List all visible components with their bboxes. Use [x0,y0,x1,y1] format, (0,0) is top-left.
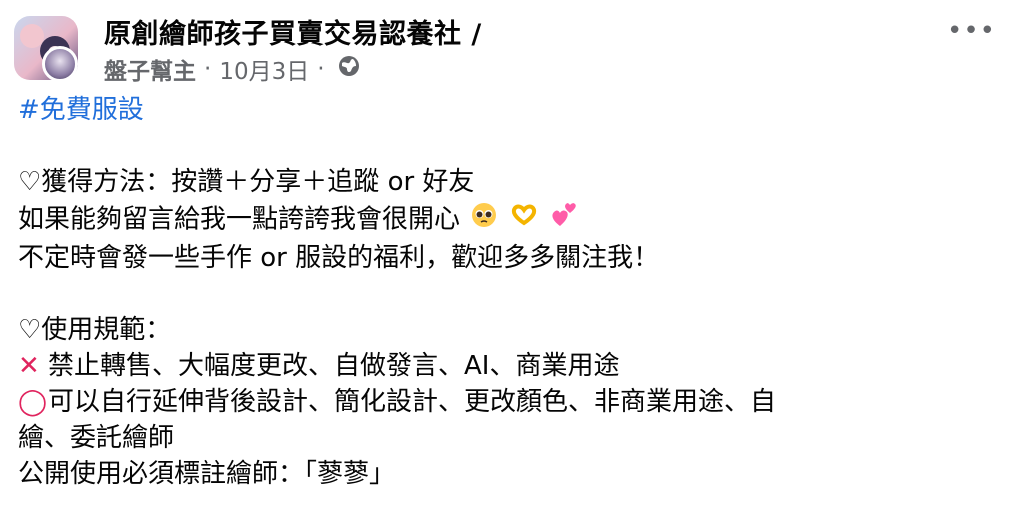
post-line-text: 禁止轉售、大幅度更改、自做發言、AI、商業用途 [48,351,620,381]
hashtag-link[interactable]: #免費服設 [18,92,1008,128]
heart-hands-emoji [509,201,539,239]
post-line: ♡使用規範： [18,315,172,345]
meta-separator: · [317,56,325,82]
globe-icon [337,54,361,84]
cross-mark-icon: ✕ [18,351,40,381]
post-content: #免費服設 ♡獲得方法：按讚＋分享＋追蹤 or 好友 如果能夠留言給我一點誇誇我… [18,92,1008,492]
circle-mark-icon: ◯ [18,387,48,417]
meta-separator: · [204,56,212,82]
post-line-with-emoji: 如果能夠留言給我一點誇誇我會很開心 [18,200,1008,240]
group-name-link[interactable]: 原創繪師孩子買賣交易認養社 / [104,12,482,51]
post-line: 公開使用必須標註繪師：「蓼蓼」 [18,459,396,489]
post-line: ♡獲得方法：按讚＋分享＋追蹤 or 好友 [18,167,475,197]
post-line-with-mark: ✕ 禁止轉售、大幅度更改、自做發言、AI、商業用途 [18,348,1008,384]
post-line: 不定時會發一些手作 or 服設的福利，歡迎多多關注我！ [18,243,660,273]
post-date-link[interactable]: 10月3日 [219,52,309,86]
two-hearts-emoji [549,200,579,240]
post-line-text: 可以自行延伸背後設計、簡化設計、更改顏色、非商業用途、自 [48,387,777,417]
post-line: 繪、委託繪師 [18,423,175,453]
post-line-text: 如果能夠留言給我一點誇誇我會很開心 [18,204,461,235]
more-options-icon[interactable]: ••• [947,16,996,46]
author-name-link[interactable]: 盤子幫主 [104,52,196,86]
pleading-face-emoji [470,201,498,239]
author-avatar[interactable] [42,46,78,82]
post-meta: 盤子幫主 · 10月3日 · [104,52,361,86]
post-line-with-mark: ◯可以自行延伸背後設計、簡化設計、更改顏色、非商業用途、自 [18,384,1008,420]
